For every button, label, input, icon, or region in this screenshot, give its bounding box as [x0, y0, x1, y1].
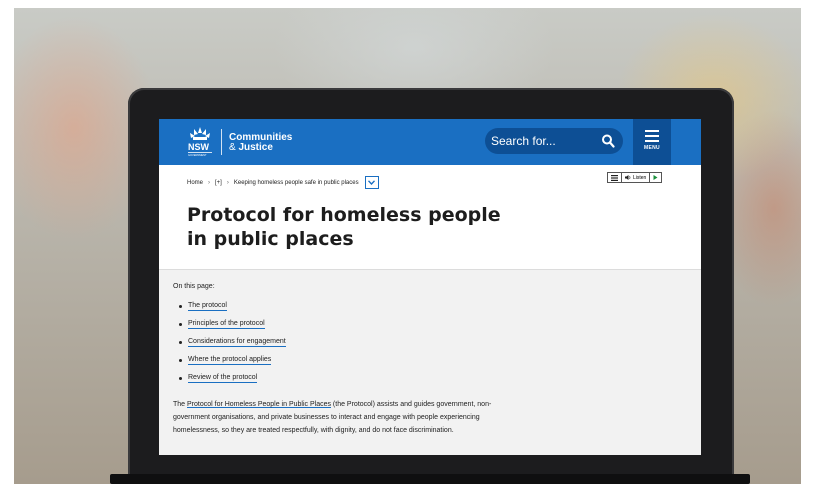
brand-line2: & Justice: [229, 142, 273, 153]
breadcrumb-dropdown-button[interactable]: [364, 176, 379, 189]
bullet-icon: [179, 359, 182, 362]
svg-text:GOVERNMENT: GOVERNMENT: [188, 153, 207, 157]
search-icon[interactable]: [601, 133, 615, 149]
breadcrumb-separator: ›: [208, 179, 211, 186]
list-item: The protocol: [179, 302, 286, 320]
listen-widget: Listen: [607, 172, 663, 183]
content-area: On this page: The protocol Principles of…: [159, 269, 701, 455]
breadcrumb-current[interactable]: Keeping homeless people safe in public p…: [234, 180, 359, 186]
speaker-icon: [625, 175, 631, 180]
intro-paragraph: The Protocol for Homeless People in Publ…: [173, 401, 492, 434]
toc-link-considerations[interactable]: Considerations for engagement: [188, 338, 286, 347]
protocol-link[interactable]: Protocol for Homeless People in Public P…: [187, 401, 331, 408]
nsw-waratah-logo[interactable]: NSW GOVERNMENT: [187, 125, 213, 157]
play-icon: [653, 175, 658, 180]
menu-button[interactable]: MENU: [633, 119, 671, 165]
listen-menu-button[interactable]: [608, 173, 622, 182]
list-item: Where the protocol applies: [179, 356, 286, 374]
toc-link-principles[interactable]: Principles of the protocol: [188, 320, 265, 329]
bullet-icon: [179, 305, 182, 308]
on-this-page-label: On this page:: [173, 283, 215, 290]
breadcrumb: Home › [+] › Keeping homeless people saf…: [187, 176, 379, 189]
bullet-icon: [179, 323, 182, 326]
menu-lines-icon: [611, 174, 618, 181]
toc-link-the-protocol[interactable]: The protocol: [188, 302, 227, 311]
bullet-icon: [179, 341, 182, 344]
search-input[interactable]: Search for...: [485, 128, 623, 154]
chevron-down-icon: [368, 180, 376, 185]
list-item: Considerations for engagement: [179, 338, 286, 356]
search-placeholder: Search for...: [491, 134, 556, 148]
laptop-screen: NSW GOVERNMENT Communities & Justice Sea…: [159, 119, 701, 455]
play-button[interactable]: [650, 173, 661, 182]
hamburger-icon: [645, 130, 659, 142]
list-item: Principles of the protocol: [179, 320, 286, 338]
breadcrumb-home[interactable]: Home: [187, 180, 203, 186]
breadcrumb-separator: ›: [226, 179, 229, 186]
toc-link-where-applies[interactable]: Where the protocol applies: [188, 356, 272, 365]
site-brand[interactable]: Communities & Justice: [229, 133, 292, 153]
bullet-icon: [179, 377, 182, 380]
site-header: NSW GOVERNMENT Communities & Justice Sea…: [159, 119, 701, 165]
breadcrumb-expand[interactable]: [+]: [215, 180, 222, 186]
on-this-page-list: The protocol Principles of the protocol …: [179, 302, 286, 392]
listen-button[interactable]: Listen: [622, 173, 651, 182]
list-item: Review of the protocol: [179, 374, 286, 392]
logo-divider: [221, 129, 222, 155]
listen-label: Listen: [633, 174, 647, 181]
svg-text:NSW: NSW: [188, 142, 210, 152]
laptop-base: [110, 474, 750, 484]
menu-label: MENU: [644, 145, 660, 151]
page-title: Protocol for homeless people in public p…: [187, 204, 501, 250]
toc-link-review[interactable]: Review of the protocol: [188, 374, 258, 383]
